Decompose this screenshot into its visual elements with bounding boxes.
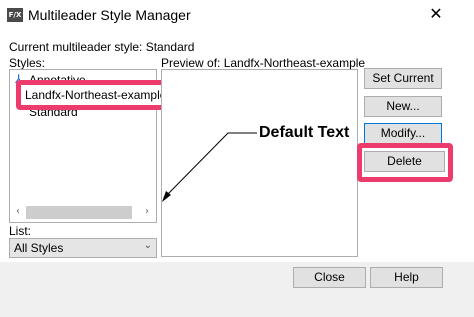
scroll-right-icon[interactable]: › xyxy=(139,204,155,220)
close-button[interactable]: Close xyxy=(293,267,366,288)
modify-button[interactable]: Modify... xyxy=(364,123,442,144)
select-value: All Styles xyxy=(14,241,64,255)
delete-highlight: Delete xyxy=(357,143,453,182)
styles-label: Styles: xyxy=(9,56,46,70)
leader-line xyxy=(162,132,257,202)
chevron-down-icon: ⌄ xyxy=(143,240,152,251)
help-button[interactable]: Help xyxy=(370,267,443,288)
list-item-landfx-northeast[interactable]: Landfx-Northeast-example xyxy=(16,80,166,110)
default-text: Default Text xyxy=(259,124,350,141)
close-icon[interactable]: ✕ xyxy=(426,4,446,24)
delete-button[interactable]: Delete xyxy=(364,151,445,172)
scrollbar-thumb[interactable] xyxy=(26,206,132,219)
preview-pane: Default Text xyxy=(161,69,358,257)
list-label: List: xyxy=(9,224,32,238)
preview-label: Preview of: Landfx-Northeast-example xyxy=(161,56,366,70)
set-current-button[interactable]: Set Current xyxy=(364,68,442,89)
app-icon: F/X xyxy=(7,8,23,22)
list-filter-select[interactable]: All Styles ⌄ xyxy=(9,238,157,258)
scroll-left-icon[interactable]: ‹ xyxy=(10,204,26,220)
list-item-label: Landfx-Northeast-example xyxy=(25,88,167,102)
new-button[interactable]: New... xyxy=(364,96,442,117)
window-title: Multileader Style Manager xyxy=(28,7,191,23)
current-style-label: Current multileader style: Standard xyxy=(9,40,195,54)
